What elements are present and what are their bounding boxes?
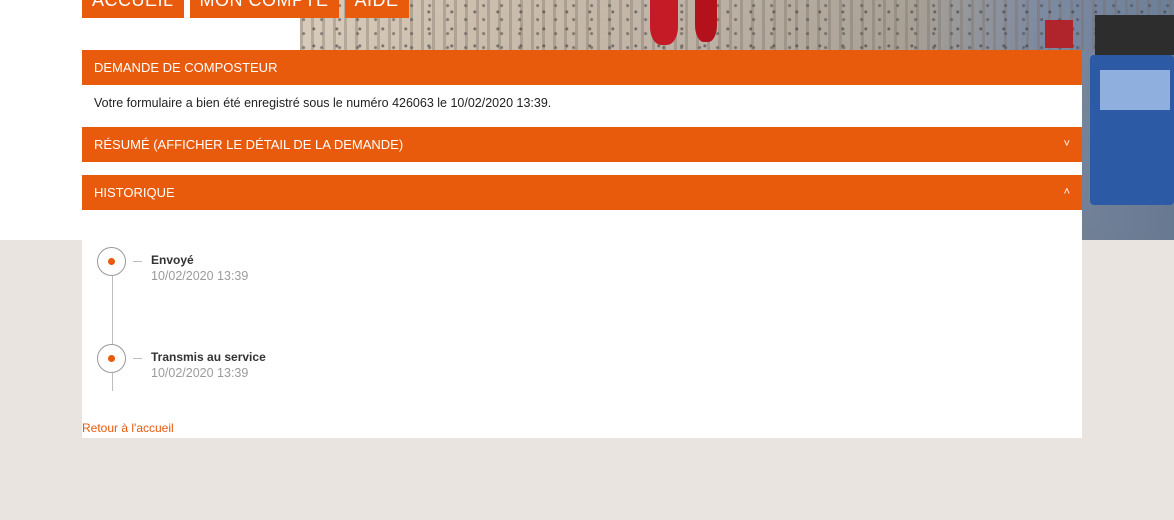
section-header-demande: DEMANDE DE COMPOSTEUR (82, 50, 1082, 85)
main-nav: ACCUEIL MON COMPTE AIDE (82, 0, 409, 18)
event-date: 10/02/2020 13:39 (151, 366, 249, 380)
section-header-resume[interactable]: RÉSUMÉ (AFFICHER LE DÉTAIL DE LA DEMANDE… (82, 127, 1082, 162)
red-sign (1045, 20, 1073, 48)
chevron-down-icon: ˅ (1063, 138, 1070, 150)
event-label: Envoyé (151, 253, 194, 267)
tram-window (1100, 70, 1170, 110)
chevron-up-icon: ˄ (1063, 186, 1070, 198)
event-label: Transmis au service (151, 350, 266, 364)
event-date: 10/02/2020 13:39 (151, 269, 249, 283)
timeline-connector (112, 276, 113, 344)
section-title: HISTORIQUE (94, 185, 175, 200)
timeline-connector (112, 373, 113, 391)
timeline-tick (133, 358, 142, 359)
back-to-home-link[interactable]: Retour à l'accueil (82, 421, 174, 435)
nav-aide[interactable]: AIDE (344, 0, 409, 18)
nav-accueil[interactable]: ACCUEIL (82, 0, 184, 18)
timeline-tick (133, 261, 142, 262)
section-title: DEMANDE DE COMPOSTEUR (94, 60, 278, 75)
nav-mon-compte[interactable]: MON COMPTE (189, 0, 339, 18)
section-header-historique[interactable]: HISTORIQUE ˄ (82, 175, 1082, 210)
timeline-node-icon (97, 247, 126, 276)
timeline-node-icon (97, 344, 126, 373)
red-parasol (695, 0, 717, 42)
confirmation-message: Votre formulaire a bien été enregistré s… (94, 96, 552, 110)
request-panel: DEMANDE DE COMPOSTEUR Votre formulaire a… (82, 50, 1082, 438)
tram-roof (1095, 15, 1174, 55)
section-title: RÉSUMÉ (AFFICHER LE DÉTAIL DE LA DEMANDE… (94, 137, 404, 152)
red-parasol (650, 0, 678, 45)
